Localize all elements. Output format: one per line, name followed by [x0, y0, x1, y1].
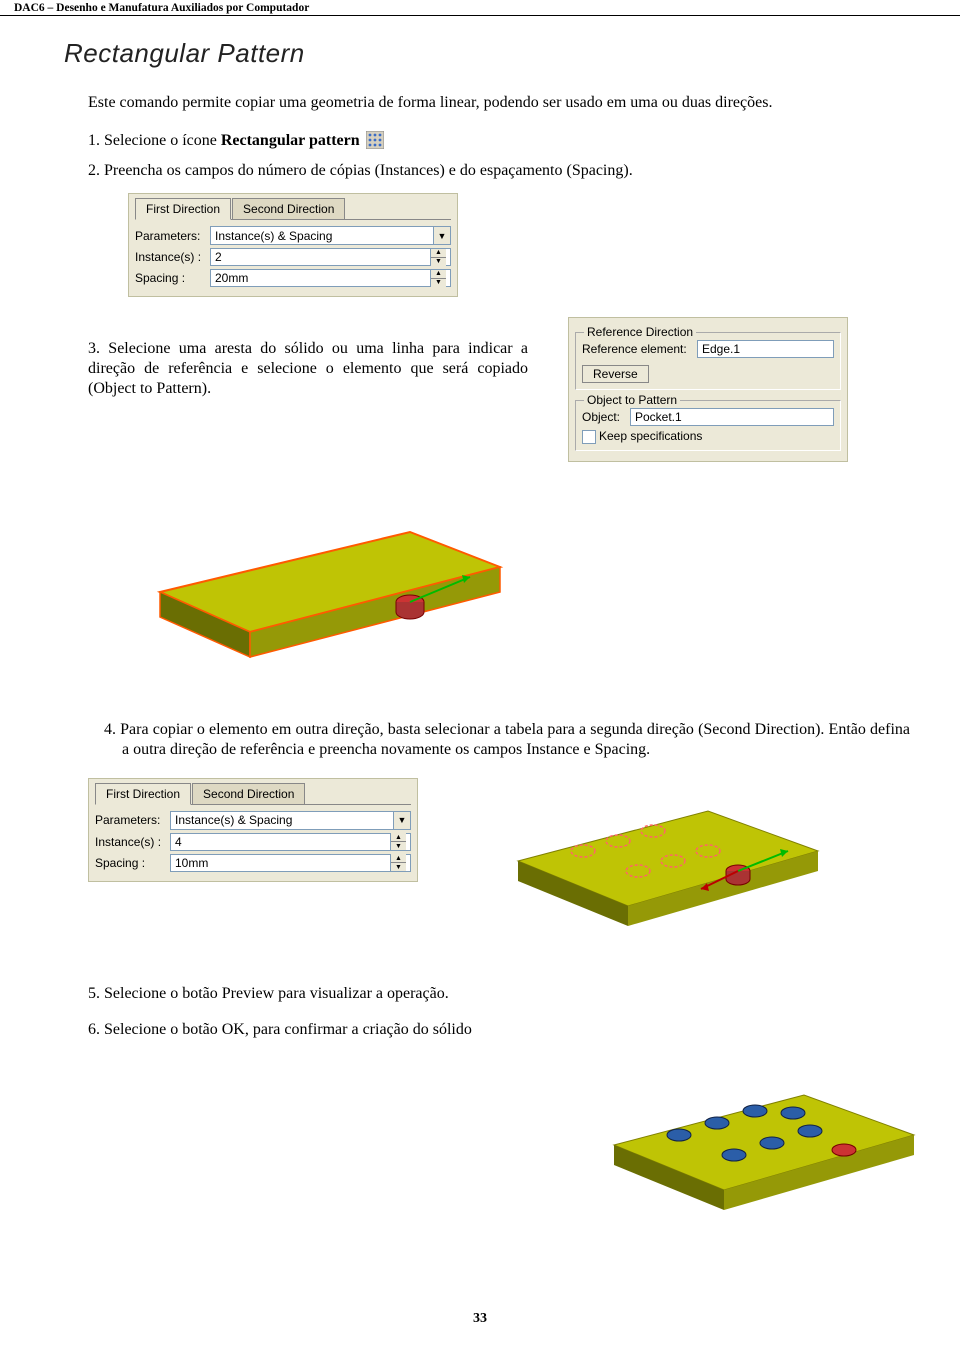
spacing-value: 20mm — [215, 271, 248, 285]
instance-field[interactable]: 2 ▲▼ — [210, 248, 451, 266]
page-number: 33 — [0, 1311, 960, 1327]
dialog-first-direction: First Direction Second Direction Paramet… — [128, 193, 458, 297]
instance-value: 2 — [215, 250, 222, 264]
parameters-combo[interactable]: Instance(s) & Spacing ▼ — [210, 226, 451, 245]
spinner-control[interactable]: ▲▼ — [430, 249, 446, 266]
object-to-pattern-legend: Object to Pattern — [584, 393, 680, 407]
parameters-value-2: Instance(s) & Spacing — [175, 813, 292, 827]
rectangular-pattern-icon — [366, 131, 384, 149]
keep-spec-label: Keep specifications — [599, 429, 702, 443]
tab-first-direction-2[interactable]: First Direction — [95, 783, 191, 805]
object-value: Pocket.1 — [635, 410, 682, 424]
keep-spec-checkbox[interactable] — [582, 430, 596, 444]
parameters-value: Instance(s) & Spacing — [215, 229, 332, 243]
reference-direction-legend: Reference Direction — [584, 325, 696, 339]
tab-second-direction-2[interactable]: Second Direction — [192, 783, 305, 804]
step-3: 3. Selecione uma aresta do sólido ou uma… — [88, 339, 528, 399]
reverse-button[interactable]: Reverse — [582, 365, 649, 383]
page-header: DAC6 – Desenho e Manufatura Auxiliados p… — [0, 0, 960, 16]
reference-element-value: Edge.1 — [702, 342, 740, 356]
spacing-field-2[interactable]: 10mm ▲▼ — [170, 854, 411, 872]
step-1: 1. Selecione o ícone Rectangular pattern — [88, 131, 910, 151]
spinner-control-2[interactable]: ▲▼ — [390, 833, 406, 850]
parameters-label-2: Parameters: — [95, 813, 170, 827]
section-title: Rectangular Pattern — [64, 38, 910, 69]
solid-illustration-3 — [584, 1050, 910, 1240]
reference-element-field[interactable]: Edge.1 — [697, 340, 834, 358]
instance-field-2[interactable]: 4 ▲▼ — [170, 833, 411, 851]
instance-label: Instance(s) : — [135, 250, 210, 264]
dialog-second: First Direction Second Direction Paramet… — [88, 778, 418, 882]
object-field[interactable]: Pocket.1 — [630, 408, 834, 426]
solid-illustration-1 — [120, 472, 910, 692]
spacing-value-2: 10mm — [175, 856, 208, 870]
dialog-reference-direction: Reference Direction Reference element: E… — [568, 317, 848, 462]
reference-direction-group: Reference Direction Reference element: E… — [575, 332, 841, 390]
spacing-label: Spacing : — [135, 271, 210, 285]
dropdown-arrow-icon[interactable]: ▼ — [433, 227, 450, 244]
spinner-control[interactable]: ▲▼ — [430, 270, 446, 287]
tab-row-2: First Direction Second Direction — [95, 783, 411, 805]
reference-element-label: Reference element: — [582, 342, 697, 356]
solid-illustration-2 — [488, 766, 848, 956]
parameters-label: Parameters: — [135, 229, 210, 243]
step-1-bold: Rectangular pattern — [221, 132, 360, 149]
step-2: 2. Preencha os campos do número de cópia… — [88, 161, 910, 181]
object-to-pattern-group: Object to Pattern Object: Pocket.1 Keep … — [575, 400, 841, 451]
tab-first-direction[interactable]: First Direction — [135, 198, 231, 220]
object-label: Object: — [582, 410, 630, 424]
intro-paragraph: Este comando permite copiar uma geometri… — [88, 93, 910, 113]
tab-second-direction[interactable]: Second Direction — [232, 198, 345, 219]
step-1-text: 1. Selecione o ícone — [88, 132, 221, 149]
spacing-label-2: Spacing : — [95, 856, 170, 870]
step-6: 6. Selecione o botão OK, para confirmar … — [88, 1020, 910, 1040]
instance-value-2: 4 — [175, 835, 182, 849]
instance-label-2: Instance(s) : — [95, 835, 170, 849]
tab-row: First Direction Second Direction — [135, 198, 451, 220]
step-5: 5. Selecione o botão Preview para visual… — [88, 984, 910, 1004]
dropdown-arrow-icon-2[interactable]: ▼ — [393, 812, 410, 829]
keep-spec-check-row: Keep specifications — [582, 429, 834, 444]
parameters-combo-2[interactable]: Instance(s) & Spacing ▼ — [170, 811, 411, 830]
spinner-control-2b[interactable]: ▲▼ — [390, 854, 406, 871]
spacing-field[interactable]: 20mm ▲▼ — [210, 269, 451, 287]
step-4: 4. Para copiar o elemento em outra direç… — [104, 720, 910, 760]
